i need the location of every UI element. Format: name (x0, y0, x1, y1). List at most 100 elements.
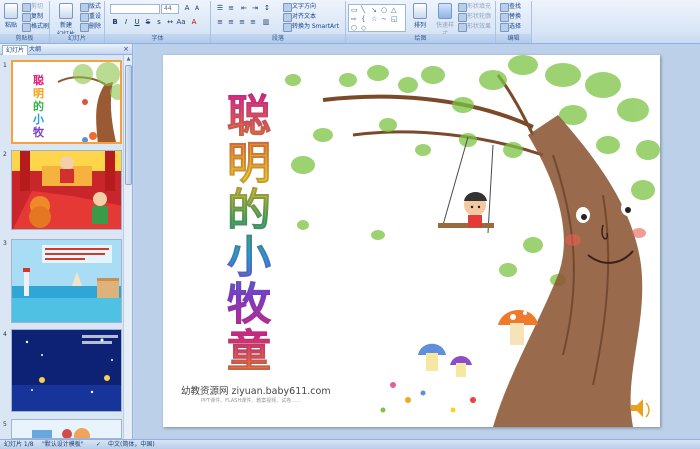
shadow-icon[interactable]: s (154, 18, 164, 27)
scroll-up-icon[interactable]: ▲ (124, 55, 133, 64)
align-text-button[interactable]: 对齐文本 (283, 12, 316, 22)
slide-1[interactable]: 聪 明 的 小 牧 童 幼教资源网 ziyuan.baby611.com PPT… (163, 55, 660, 427)
upper-branch (322, 94, 534, 129)
select-button[interactable]: 选择 (500, 22, 521, 32)
convert-smartart-button[interactable]: 转换为 SmartArt (283, 22, 339, 32)
decrease-indent-icon[interactable]: ⇤ (239, 4, 249, 13)
format-painter-button[interactable]: 格式刷 (22, 22, 49, 32)
shape-effects-button[interactable]: 形状效果 (458, 22, 491, 32)
paragraph-group-label: 段落 (211, 34, 345, 43)
paragraph-group: ☰ ≡ ⇤ ⇥ ↕ ≡ ≡ ≡ ≡ ▥ 文字方向 对齐文本 转换为 SmartA… (211, 1, 346, 43)
thumbnail-2-art (12, 151, 121, 229)
align-right-icon[interactable]: ≡ (237, 18, 247, 27)
text-direction-button[interactable]: 文字方向 (283, 2, 316, 12)
title-char: 童 (227, 326, 272, 377)
line-spacing-icon[interactable]: ↕ (262, 4, 272, 13)
thumb-number: 5 (3, 421, 7, 428)
brace-shape-icon[interactable]: { (361, 15, 365, 23)
font-size-combo[interactable]: 44 (161, 4, 179, 14)
font-group: 44 A A B I U S s ↔ Aa A 字体 (105, 1, 211, 43)
quick-styles-button[interactable]: 快速样式 (434, 3, 456, 38)
change-case-icon[interactable]: Aa (176, 18, 186, 27)
shapes-gallery[interactable]: ▭ ╲ ↘ ○ △ ⇨ { ☆ ∼ ◱ ⬡ ◇ (348, 4, 406, 32)
theme-name: "默认设计模板" (42, 441, 84, 448)
svg-text:明: 明 (33, 87, 44, 100)
pane-scrollbar[interactable]: ▲ (123, 55, 132, 439)
oval-shape-icon[interactable]: ○ (381, 6, 387, 14)
tab-outline[interactable]: 大纲 (26, 45, 44, 55)
layout-button[interactable]: 版式 (80, 2, 101, 12)
slide-canvas-area: 聪 明 的 小 牧 童 幼教资源网 ziyuan.baby611.com PPT… (134, 44, 700, 439)
shrink-font-icon[interactable]: A (192, 4, 202, 13)
title-char: 的 (227, 185, 272, 236)
strikethrough-icon[interactable]: S (143, 18, 153, 27)
new-slide-button[interactable]: 新建 幻灯片 (56, 3, 76, 38)
font-group-label: 字体 (105, 34, 210, 43)
slide-thumbnail-1[interactable]: 聪 明 的 小 牧 (11, 60, 122, 144)
close-icon[interactable]: × (123, 45, 129, 53)
italic-icon[interactable]: I (121, 18, 131, 27)
callout-shape-icon[interactable]: ◱ (391, 15, 398, 23)
pane-tabs: 幻灯片 大纲 × (0, 44, 132, 55)
bullets-icon[interactable]: ☰ (215, 4, 225, 13)
slide-thumbnail-2[interactable] (11, 150, 122, 230)
line-shape-icon[interactable]: ╲ (361, 6, 365, 14)
right-arrow-shape-icon[interactable]: ⇨ (351, 15, 357, 23)
triangle-shape-icon[interactable]: △ (391, 6, 396, 14)
font-name-combo[interactable] (110, 4, 160, 14)
hexagon-shape-icon[interactable]: ⬡ (351, 24, 357, 31)
reset-button[interactable]: 重设 (80, 12, 101, 22)
spellcheck-icon[interactable]: ✓ (96, 440, 101, 449)
align-center-icon[interactable]: ≡ (226, 18, 236, 27)
shape-outline-button[interactable]: 形状轮廓 (458, 12, 491, 22)
wave-shape-icon[interactable]: ∼ (381, 15, 387, 23)
cut-button[interactable]: 剪切 (22, 2, 43, 12)
arrange-icon (413, 3, 427, 19)
bold-icon[interactable]: B (110, 18, 120, 27)
arrow-shape-icon[interactable]: ↘ (371, 6, 377, 14)
columns-icon[interactable]: ▥ (261, 18, 271, 27)
new-slide-icon (59, 3, 73, 19)
justify-icon[interactable]: ≡ (248, 18, 258, 27)
copy-button[interactable]: 复制 (22, 12, 43, 22)
slide-thumbnail-5[interactable] (11, 419, 122, 439)
font-color-icon[interactable]: A (189, 18, 199, 27)
title-char: 明 (227, 138, 272, 189)
shape-fill-button[interactable]: 形状填充 (458, 2, 491, 12)
spacing-icon[interactable]: ↔ (165, 18, 175, 27)
slide-thumbnail-3[interactable] (11, 239, 122, 323)
slide-thumbnail-4[interactable] (11, 329, 122, 412)
svg-text:的: 的 (33, 99, 44, 113)
replace-button[interactable]: 替换 (500, 12, 521, 22)
status-bar: 幻灯片 1/8 "默认设计模板" ✓ 中文(简体，中国) (0, 439, 700, 449)
svg-text:牧: 牧 (33, 125, 45, 139)
flowers (380, 382, 476, 413)
thumbnail-3-art (12, 240, 121, 322)
thumb-number: 2 (3, 151, 7, 158)
quick-styles-icon (438, 3, 452, 19)
thumb-number: 4 (3, 331, 7, 338)
numbering-icon[interactable]: ≡ (226, 4, 236, 13)
watermark-subtext: PPT课件、FLASH课件、教案视频、试卷…… (201, 398, 302, 404)
delete-button[interactable]: 删除 (80, 22, 101, 32)
language-indicator[interactable]: 中文(简体，中国) (108, 440, 155, 449)
star-shape-icon[interactable]: ☆ (371, 15, 377, 23)
underline-icon[interactable]: U (132, 18, 142, 27)
drawing-group-label: 绘图 (346, 34, 495, 43)
scrollbar-thumb[interactable] (125, 65, 132, 185)
slides-group: 新建 幻灯片 版式 重设 删除 幻灯片 (50, 1, 105, 43)
watermark-text: 幼教资源网 ziyuan.baby611.com (181, 386, 331, 397)
find-button[interactable]: 查找 (500, 2, 521, 12)
arrange-button[interactable]: 排列 (410, 3, 430, 29)
rectangle-shape-icon[interactable]: ▭ (351, 6, 358, 14)
slide-title[interactable]: 聪 明 的 小 牧 童 (223, 93, 275, 377)
paste-button[interactable]: 粘贴 (2, 3, 20, 29)
svg-text:小: 小 (32, 112, 44, 126)
svg-text:聪: 聪 (33, 73, 44, 87)
ribbon: 粘贴 剪切 复制 格式刷 剪贴板 新建 幻灯片 版式 重设 删除 幻灯片 44 … (0, 0, 700, 44)
align-left-icon[interactable]: ≡ (215, 18, 225, 27)
grow-font-icon[interactable]: A (182, 4, 192, 13)
increase-indent-icon[interactable]: ⇥ (250, 4, 260, 13)
tab-slides[interactable]: 幻灯片 (2, 45, 29, 55)
diamond-shape-icon[interactable]: ◇ (361, 24, 366, 31)
